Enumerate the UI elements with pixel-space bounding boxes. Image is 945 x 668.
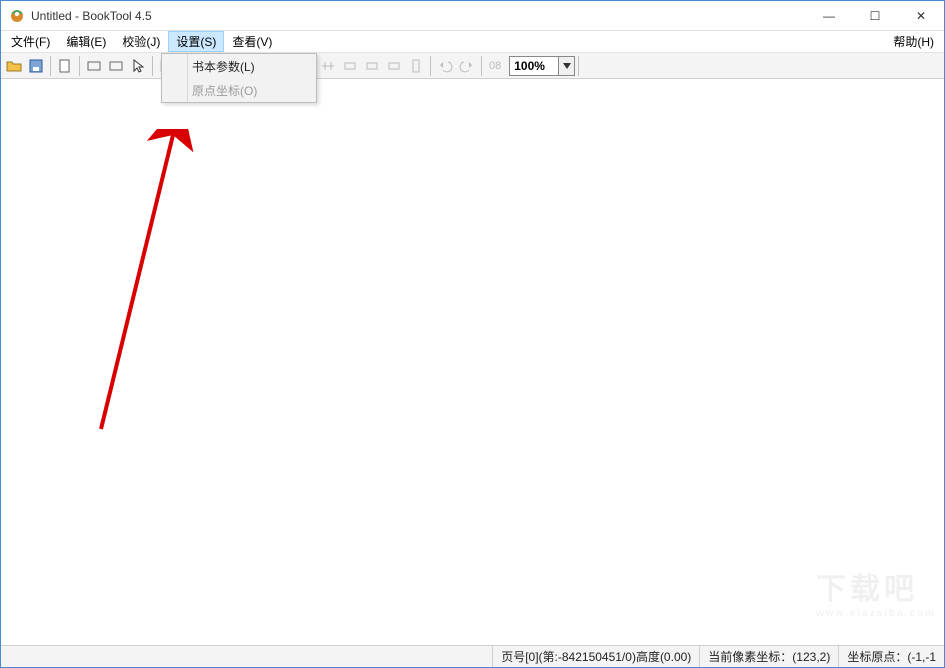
zoom-combo[interactable] (509, 56, 575, 76)
align-h1-icon[interactable] (317, 55, 339, 77)
menu-settings[interactable]: 设置(S) (168, 31, 224, 52)
status-bar: 页号[0](第:-842150451/0)高度(0.00) 当前像素坐标：(12… (1, 645, 944, 667)
rect1-icon[interactable] (83, 55, 105, 77)
dropdown-item-origin-coords: 原点坐标(O) (162, 78, 316, 102)
status-page: 页号[0](第:-842150451/0)高度(0.00) (492, 646, 699, 667)
align-h2-icon[interactable] (339, 55, 361, 77)
open-icon[interactable] (3, 55, 25, 77)
close-button[interactable]: ✕ (898, 1, 944, 31)
align-h3-icon[interactable] (361, 55, 383, 77)
zoom-dropdown-button[interactable] (559, 56, 575, 76)
app-icon (9, 8, 25, 24)
undo-icon[interactable] (434, 55, 456, 77)
window-title: Untitled - BookTool 4.5 (31, 9, 152, 23)
menu-help[interactable]: 帮助(H) (885, 31, 942, 52)
settings-dropdown: 书本参数(L) 原点坐标(O) (161, 53, 317, 103)
app-window: Untitled - BookTool 4.5 — ☐ ✕ 文件(F) 编辑(E… (0, 0, 945, 668)
toolbar: 08 (1, 53, 944, 79)
minimize-button[interactable]: — (806, 1, 852, 31)
pointer-icon[interactable] (127, 55, 149, 77)
status-origin: 坐标原点：(-1,-1 (838, 646, 944, 667)
new-page-icon[interactable] (54, 55, 76, 77)
maximize-button[interactable]: ☐ (852, 1, 898, 31)
menu-view[interactable]: 查看(V) (224, 31, 280, 52)
redo-icon[interactable] (456, 55, 478, 77)
align-v-icon[interactable] (405, 55, 427, 77)
workspace[interactable]: 下载吧 www.xiazaiba.com (1, 79, 944, 645)
watermark: 下载吧 www.xiazaiba.com (816, 564, 936, 619)
menu-verify[interactable]: 校验(J) (114, 31, 168, 52)
annotation-arrow-icon (81, 129, 201, 449)
title-bar: Untitled - BookTool 4.5 — ☐ ✕ (1, 1, 944, 31)
save-icon[interactable] (25, 55, 47, 77)
zoom-label: 08 (485, 60, 505, 72)
zoom-input[interactable] (509, 56, 559, 76)
status-cursor: 当前像素坐标：(123,2) (699, 646, 838, 667)
menu-edit[interactable]: 编辑(E) (58, 31, 114, 52)
rect2-icon[interactable] (105, 55, 127, 77)
align-h4-icon[interactable] (383, 55, 405, 77)
menu-file[interactable]: 文件(F) (3, 31, 58, 52)
dropdown-item-book-params[interactable]: 书本参数(L) (162, 54, 316, 78)
menu-bar: 文件(F) 编辑(E) 校验(J) 设置(S) 查看(V) 帮助(H) 书本参数… (1, 31, 944, 53)
